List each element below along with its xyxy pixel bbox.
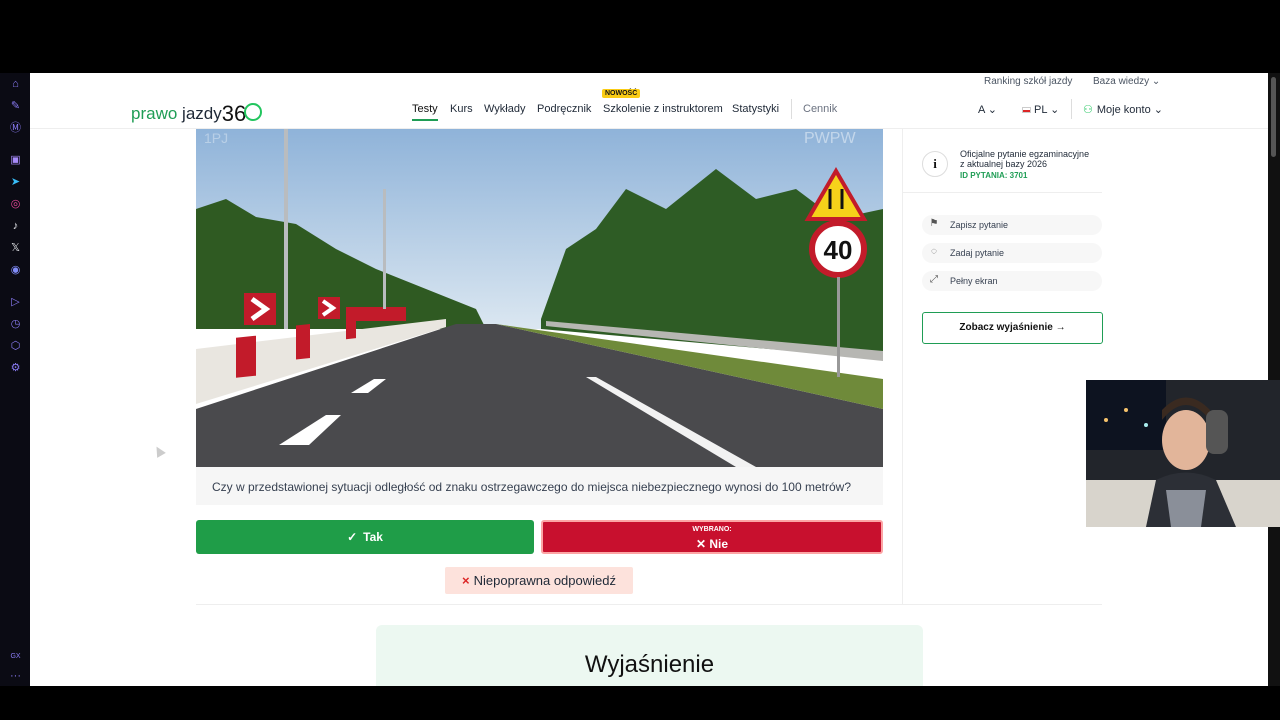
ask-question-button[interactable]: ◌ Zadaj pytanie xyxy=(922,243,1102,263)
logo-check-icon xyxy=(244,103,263,121)
webcam-feed xyxy=(1086,380,1280,527)
answer-yes-label: Tak xyxy=(363,530,383,544)
flag-pl-icon xyxy=(1022,107,1031,114)
site-header: prawo jazdy36 Ranking szkół jazdy Baza w… xyxy=(30,73,1268,129)
watermark-right: PWPW xyxy=(804,130,856,147)
chosen-label: WYBRANO: xyxy=(692,526,732,533)
more-icon[interactable]: ··· xyxy=(9,670,22,683)
answer-yes-button[interactable]: ✓ Tak xyxy=(196,520,534,554)
header-divider xyxy=(1071,99,1072,119)
check-icon: ✓ xyxy=(347,530,358,544)
see-explanation-button[interactable]: Zobacz wyjaśnienie → xyxy=(922,312,1103,344)
player-icon[interactable]: ▷ xyxy=(9,296,22,309)
answer-no-label: Nie xyxy=(709,537,729,551)
fullscreen-button[interactable]: ⤢ Pełny ekran xyxy=(922,271,1102,291)
nav-pricing[interactable]: Cennik xyxy=(803,103,837,115)
logo-part-360: 36 xyxy=(221,101,247,126)
user-icon: ⚇ xyxy=(1083,104,1093,116)
nav-divider xyxy=(791,99,792,119)
question-info-card: i Oficjalne pytanie egzaminacyjne z aktu… xyxy=(902,135,1102,193)
expand-icon: ⤢ xyxy=(930,274,938,285)
notes-icon[interactable]: ✎ xyxy=(9,100,22,113)
site-logo[interactable]: prawo jazdy36 xyxy=(131,99,263,126)
new-badge: NOWOŚĆ xyxy=(602,89,641,98)
web-page: prawo jazdy36 Ranking szkół jazdy Baza w… xyxy=(30,73,1268,686)
speed-limit-value: 40 xyxy=(824,235,853,265)
explanation-title: Wyjaśnienie xyxy=(584,651,715,678)
history-icon[interactable]: ◷ xyxy=(9,318,22,331)
result-badge: × Niepoprawna odpowiedź xyxy=(445,567,633,594)
screen: ⌂ ✎ Ⓜ ▣ ➤ ◎ ♪ 𝕏 ◉ ▷ ◷ ⬡ ⚙ GX ··· prawo j… xyxy=(0,0,1280,720)
tiktok-icon[interactable]: ♪ xyxy=(9,220,22,233)
account-label: Moje konto ⌄ xyxy=(1096,104,1163,116)
x-icon[interactable]: 𝕏 xyxy=(9,242,22,255)
settings-icon[interactable]: ⚙ xyxy=(9,362,22,375)
language-select[interactable]: PL ⌄ xyxy=(1022,103,1059,116)
logo-part-jazdy: jazdy xyxy=(182,104,222,123)
language-label: PL ⌄ xyxy=(1034,104,1060,116)
chat-icon: ◌ xyxy=(931,246,937,257)
question-image: 40 1PJ PWPW xyxy=(196,129,883,467)
info-base: z aktualnej bazy 2026 xyxy=(960,159,1048,169)
question-text: Czy w przedstawionej sytuacji odległość … xyxy=(196,467,883,505)
extensions-icon[interactable]: ⬡ xyxy=(9,340,22,353)
ask-question-label: Zadaj pytanie xyxy=(950,248,1005,258)
road-scene: 40 1PJ PWPW xyxy=(196,129,883,467)
close-icon: ✕ xyxy=(695,537,707,551)
watermark-left: 1PJ xyxy=(204,130,228,146)
logo-part-prawo: prawo xyxy=(131,104,178,123)
discord-icon[interactable]: ◉ xyxy=(9,264,22,277)
twitch-icon[interactable]: ▣ xyxy=(9,154,22,167)
fullscreen-label: Pełny ekran xyxy=(950,276,998,286)
webcam-overlay xyxy=(1086,380,1280,527)
bookmark-icon: ⚑ xyxy=(929,218,939,229)
content-divider xyxy=(196,604,1102,605)
nav-course[interactable]: Kurs xyxy=(450,103,473,115)
font-size-toggle[interactable]: A ⌄ xyxy=(978,103,997,116)
info-official: Oficjalne pytanie egzaminacyjne xyxy=(960,149,1090,159)
result-text: Niepoprawna odpowiedź xyxy=(473,573,616,588)
gx-label[interactable]: GX xyxy=(9,650,22,663)
telegram-icon[interactable]: ➤ xyxy=(9,176,22,189)
nav-tests[interactable]: Testy xyxy=(412,103,438,121)
messenger-icon[interactable]: Ⓜ xyxy=(9,122,22,135)
nav-lectures[interactable]: Wykłady xyxy=(484,103,525,115)
answer-no-button[interactable]: WYBRANO: ✕ Nie xyxy=(541,520,883,554)
save-question-label: Zapisz pytanie xyxy=(950,220,1009,230)
explanation-section: Wyjaśnienie xyxy=(376,625,923,686)
info-icon: i xyxy=(922,151,948,177)
sidebar-divider xyxy=(902,129,903,605)
scroll-thumb[interactable] xyxy=(1271,77,1276,157)
wrong-icon: × xyxy=(462,573,470,588)
answer-no-label-row: ✕ Nie xyxy=(543,537,881,551)
aria-icon[interactable]: ⌂ xyxy=(9,78,22,91)
nav-statistics[interactable]: Statystyki xyxy=(732,103,779,115)
question-id: ID PYTANIA: 3701 xyxy=(960,171,1028,180)
browser-sidebar: ⌂ ✎ Ⓜ ▣ ➤ ◎ ♪ 𝕏 ◉ ▷ ◷ ⬡ ⚙ GX ··· xyxy=(0,73,30,686)
ranking-link[interactable]: Ranking szkół jazdy xyxy=(984,76,1072,87)
nav-instructor-training[interactable]: Szkolenie z instruktorem xyxy=(603,103,723,115)
save-question-button[interactable]: ⚑ Zapisz pytanie xyxy=(922,215,1102,235)
knowledge-base-link[interactable]: Baza wiedzy ⌄ xyxy=(1093,76,1160,87)
instagram-icon[interactable]: ◎ xyxy=(9,198,22,211)
nav-handbook[interactable]: Podręcznik xyxy=(537,103,591,115)
account-menu[interactable]: ⚇ Moje konto ⌄ xyxy=(1083,103,1163,116)
